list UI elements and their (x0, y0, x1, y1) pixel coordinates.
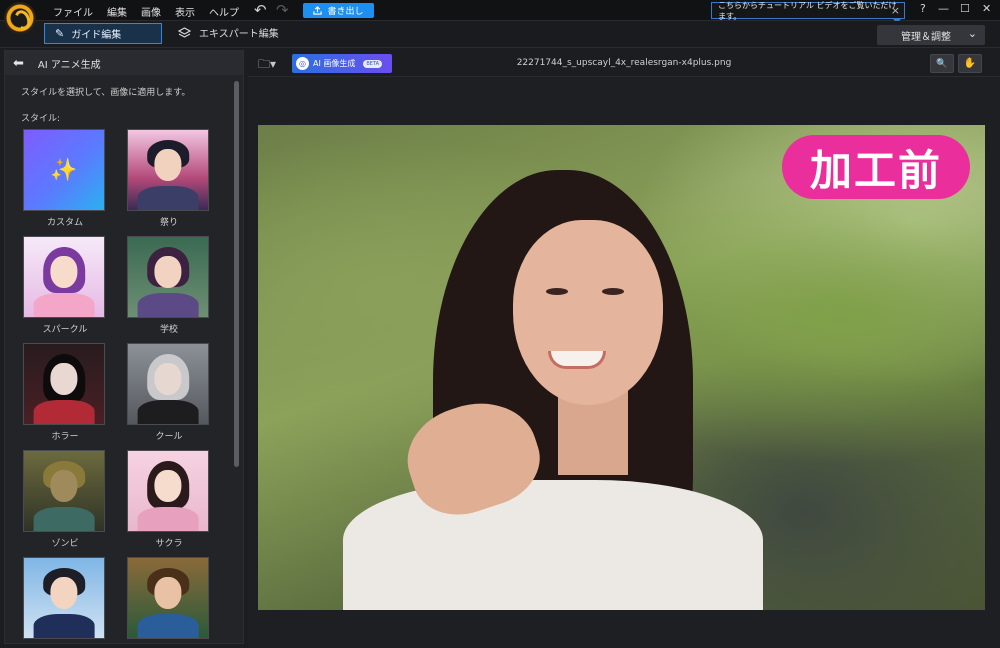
style-thumbnail: ✨ (23, 129, 105, 211)
style-label-horror: ホラー (51, 432, 79, 442)
style-business[interactable] (23, 557, 107, 643)
style-label-cool: クール (155, 432, 183, 442)
layers-icon (178, 26, 191, 38)
style-thumbnail (23, 343, 105, 425)
hand-icon: ✋ (963, 58, 977, 69)
style-custom[interactable]: ✨ カスタム (23, 129, 107, 228)
photo-subject-eye (602, 288, 624, 295)
undo-icon[interactable]: ↶ (254, 2, 267, 18)
photo-canvas[interactable]: 加工前 (258, 125, 985, 610)
menu-bar: ファイル 編集 画像 表示 ヘルプ (53, 4, 253, 19)
photo-subject-face (513, 220, 663, 405)
tutorial-tooltip-text: こちらからチュートリアル ビデオをご覧いただけます。 (718, 0, 897, 21)
before-label-badge: 加工前 (782, 135, 970, 199)
ai-anime-panel: ⬅ AI アニメ生成 スタイルを選択して、画像に適用します。 スタイル: ✨ カ… (4, 50, 244, 644)
style-zombie[interactable]: ゾンビ (23, 450, 107, 549)
style-label-sparkle: スパークル (42, 325, 88, 335)
help-icon[interactable]: ? (920, 2, 926, 15)
style-thumbnail (127, 236, 209, 318)
style-label-sakura: サクラ (155, 539, 183, 549)
style-label-festival: 祭り (159, 218, 178, 228)
menu-file[interactable]: ファイル (53, 4, 93, 19)
hand-tool-button[interactable]: ✋ (958, 54, 982, 73)
export-button[interactable]: 書き出し (303, 3, 374, 18)
export-icon (313, 6, 323, 15)
tutorial-tooltip[interactable]: こちらからチュートリアル ビデオをご覧いただけます。 × (711, 0, 905, 23)
manage-adjust-button[interactable]: 管理＆調整 ⌄ (877, 25, 985, 45)
style-thumbnail (23, 450, 105, 532)
menu-image[interactable]: 画像 (141, 4, 161, 19)
tab-expert-edit-label: エキスパート編集 (199, 29, 279, 40)
back-arrow-icon[interactable]: ⬅ (13, 56, 24, 71)
style-thumbnail (127, 450, 209, 532)
tab-guide-edit-label: ガイド編集 (71, 30, 122, 41)
zoom-tool-button[interactable]: 🔍 (930, 54, 954, 73)
style-thumbnail (127, 557, 209, 639)
magic-wand-icon: ✨ (50, 157, 78, 183)
magic-wand-icon: ✎ (55, 27, 65, 40)
style-sports[interactable] (127, 557, 211, 643)
style-thumbnail (23, 557, 105, 639)
window-close-icon[interactable]: ✕ (982, 2, 991, 15)
close-icon[interactable]: × (891, 4, 900, 17)
tab-guide-edit[interactable]: ✎ ガイド編集 (44, 23, 162, 44)
app-logo-icon (4, 2, 36, 34)
style-school[interactable]: 学校 (127, 236, 211, 335)
photo-subject-shirt (343, 480, 763, 610)
panel-scrollbar[interactable] (234, 81, 239, 467)
editor-area: 🗀▾ ◎ AI 画像生成 BETA 22271744_s_upscayl_4x_… (248, 50, 1000, 648)
style-grid: ✨ カスタム 祭り スパークル 学校 ホラー クール ゾンビ サクラ (23, 129, 223, 645)
chevron-down-icon: ⌄ (967, 27, 977, 40)
title-bar: ファイル 編集 画像 表示 ヘルプ ↶ ↷ 書き出し こちらからチュートリアル … (0, 0, 1000, 34)
style-label-zombie: ゾンビ (51, 539, 79, 549)
style-sakura[interactable]: サクラ (127, 450, 211, 549)
editor-toolbar: 🗀▾ ◎ AI 画像生成 BETA 22271744_s_upscayl_4x_… (248, 50, 1000, 77)
panel-description: スタイルを選択して、画像に適用します。 (21, 88, 191, 98)
style-thumbnail (127, 129, 209, 211)
photo-subject-smile (548, 351, 606, 369)
menu-edit[interactable]: 編集 (107, 4, 127, 19)
panel-title: AI アニメ生成 (37, 59, 101, 71)
tab-expert-edit[interactable]: エキスパート編集 (178, 25, 279, 40)
style-thumbnail (23, 236, 105, 318)
redo-icon[interactable]: ↷ (276, 2, 289, 18)
file-name: 22271744_s_upscayl_4x_realesrgan-x4plus.… (516, 58, 732, 68)
style-label: スタイル: (21, 114, 61, 124)
style-cool[interactable]: クール (127, 343, 211, 442)
style-thumbnail (127, 343, 209, 425)
manage-adjust-label: 管理＆調整 (901, 31, 951, 43)
style-label-custom: カスタム (46, 218, 83, 228)
style-sparkle[interactable]: スパークル (23, 236, 107, 335)
zoom-icon: 🔍 (936, 58, 948, 69)
export-label: 書き出し (327, 7, 364, 17)
mode-bar: ✎ ガイド編集 エキスパート編集 管理＆調整 ⌄ (0, 21, 1000, 48)
style-horror[interactable]: ホラー (23, 343, 107, 442)
style-festival[interactable]: 祭り (127, 129, 211, 228)
menu-view[interactable]: 表示 (175, 4, 195, 19)
menu-help[interactable]: ヘルプ (209, 4, 239, 19)
minimize-icon[interactable]: — (938, 2, 949, 15)
style-label-school: 学校 (159, 325, 178, 335)
maximize-icon[interactable]: ☐ (960, 2, 970, 15)
photo-subject-eye (546, 288, 568, 295)
panel-header: ⬅ AI アニメ生成 (5, 51, 243, 75)
